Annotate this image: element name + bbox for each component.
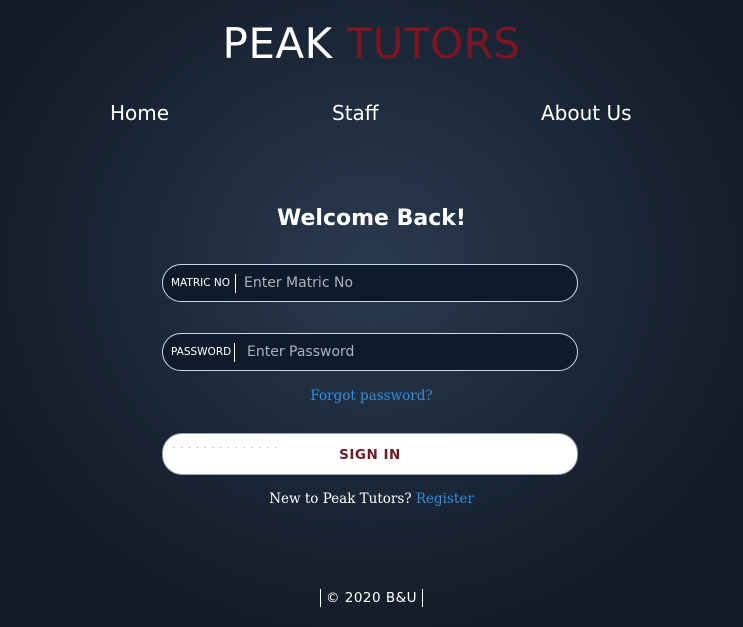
password-label: PASSWORD (171, 346, 232, 358)
matric-label: MATRIC NO (171, 277, 231, 289)
matric-input[interactable] (244, 265, 564, 301)
brand-logo: PEAK TUTORS (0, 18, 743, 70)
forgot-password-link[interactable]: Forgot password? (0, 387, 743, 405)
password-input[interactable] (247, 334, 567, 370)
login-heading: Welcome Back! (277, 206, 466, 231)
matric-divider (235, 274, 236, 293)
nav-about-link[interactable]: About Us (541, 100, 632, 126)
brand-name-first: PEAK (222, 19, 333, 68)
sign-in-button[interactable]: · · · · · · · · · · · · · · SIGN IN (162, 433, 578, 475)
footer: © 2020 B&U (0, 589, 743, 607)
password-divider (234, 343, 235, 362)
register-prompt-text: New to Peak Tutors? (269, 491, 412, 507)
password-field-group: PASSWORD (162, 333, 578, 371)
copyright-text: © 2020 B&U (319, 589, 424, 607)
sign-in-label: SIGN IN (339, 447, 401, 463)
nav-home-link[interactable]: Home (110, 100, 169, 126)
register-prompt: New to Peak Tutors? Register (0, 490, 743, 508)
nav-staff-link[interactable]: Staff (332, 100, 379, 126)
brand-name-second: TUTORS (346, 19, 521, 68)
register-link[interactable]: Register (416, 491, 474, 507)
matric-field-group: MATRIC NO (162, 264, 578, 302)
